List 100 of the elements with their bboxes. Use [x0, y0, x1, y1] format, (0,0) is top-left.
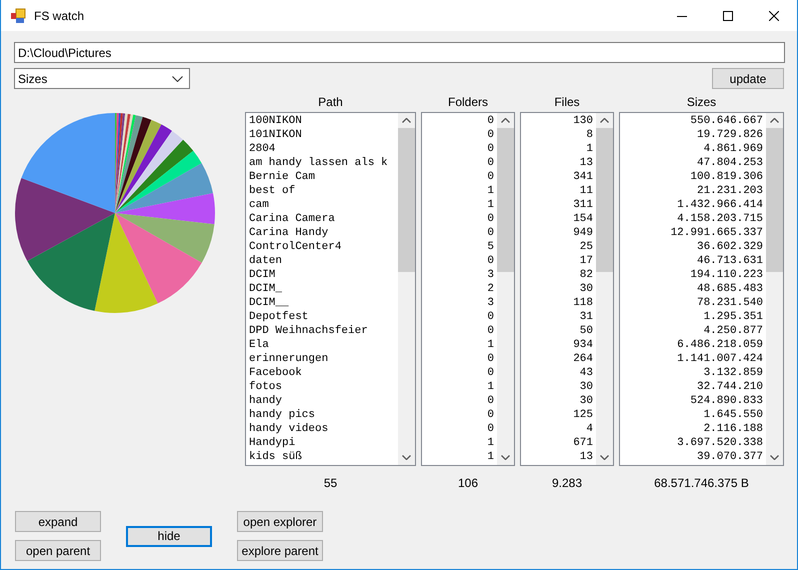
list-item[interactable]: 2	[487, 282, 494, 296]
list-item[interactable]: 46.713.631	[696, 254, 763, 268]
list-item[interactable]: 31	[580, 310, 593, 324]
list-item[interactable]: 32.744.210	[696, 380, 763, 394]
list-item[interactable]: 1.295.351	[704, 310, 763, 324]
list-item[interactable]: handy	[249, 394, 282, 408]
list-item[interactable]: Handypi	[249, 436, 296, 450]
list-item[interactable]: 0	[487, 114, 494, 128]
list-item[interactable]: 0	[487, 142, 494, 156]
list-item[interactable]: 100NIKON	[249, 114, 302, 128]
list-item[interactable]: 934	[573, 338, 593, 352]
list-item[interactable]: Carina Handy	[249, 226, 328, 240]
list-item[interactable]: 1	[487, 198, 494, 212]
list-item[interactable]: 43	[580, 366, 593, 380]
scroll-thumb[interactable]	[497, 128, 514, 272]
list-item[interactable]: 4.250.877	[704, 324, 763, 338]
maximize-icon[interactable]	[723, 10, 733, 20]
list-item[interactable]: 0	[487, 394, 494, 408]
list-item[interactable]: 264	[573, 352, 593, 366]
list-item[interactable]: 5	[487, 240, 494, 254]
list-item[interactable]: daten	[249, 254, 282, 268]
list-item[interactable]: 6.486.218.059	[677, 338, 763, 352]
list-item[interactable]: 118	[573, 296, 593, 310]
list-item[interactable]: cam	[249, 198, 269, 212]
list-item[interactable]: 1	[487, 184, 494, 198]
scroll-thumb[interactable]	[766, 128, 783, 272]
list-item[interactable]: 125	[573, 408, 593, 422]
list-item[interactable]: 30	[580, 394, 593, 408]
list-item[interactable]: 13	[580, 156, 593, 170]
list-item[interactable]: 0	[487, 366, 494, 380]
list-item[interactable]: 25	[580, 240, 593, 254]
list-item[interactable]: 0	[487, 352, 494, 366]
list-item[interactable]: 0	[487, 310, 494, 324]
list-item[interactable]: 0	[487, 254, 494, 268]
list-item[interactable]: 0	[487, 408, 494, 422]
list-item[interactable]: DPD Weihnachsfeier	[249, 324, 368, 338]
list-item[interactable]: Carina Camera	[249, 212, 335, 226]
list-item[interactable]: 4.158.203.715	[677, 212, 763, 226]
list-item[interactable]: 82	[580, 268, 593, 282]
action-button[interactable]: expand	[15, 511, 101, 532]
list-item[interactable]: DCIM__	[249, 296, 289, 310]
list-item[interactable]: 0	[487, 156, 494, 170]
list-item[interactable]: 0	[487, 226, 494, 240]
list-item[interactable]: 11	[580, 184, 593, 198]
list-item[interactable]: fotos	[249, 380, 282, 394]
list-item[interactable]: 36.602.329	[696, 240, 763, 254]
list-item[interactable]: 1	[487, 450, 494, 464]
list-item[interactable]: am handy lassen als k	[249, 156, 388, 170]
list-item[interactable]: 0	[487, 170, 494, 184]
list-item[interactable]: 12.991.665.337	[670, 226, 763, 240]
list-item[interactable]: DCIM	[249, 268, 276, 282]
list-item[interactable]: ControlCenter4	[249, 240, 342, 254]
list-item[interactable]: 524.890.833	[690, 394, 763, 408]
list-item[interactable]: 1.645.550	[704, 408, 763, 422]
list-box[interactable]: 130 8 1 13 341 11 311 154 949 25 17 82 30 118 31 50 934 264 43 30 30 125 4 671 13	[520, 112, 614, 466]
list-item[interactable]: Depotfest	[249, 310, 308, 324]
scroll-thumb[interactable]	[596, 128, 613, 272]
scrollbar[interactable]	[398, 113, 415, 465]
list-item[interactable]: 100.819.306	[690, 170, 763, 184]
action-button[interactable]: explore parent	[237, 540, 323, 561]
list-item[interactable]: 4	[586, 422, 593, 436]
close-icon[interactable]	[769, 10, 779, 20]
list-item[interactable]: 48.685.483	[696, 282, 763, 296]
list-item[interactable]: 30	[580, 380, 593, 394]
scroll-thumb[interactable]	[398, 128, 415, 272]
list-item[interactable]: 50	[580, 324, 593, 338]
action-button[interactable]: hide	[126, 526, 212, 546]
list-box[interactable]: 0 0 0 0 0 1 1 0 0 5 0 3 2 3 0 0 1 0 0 1 0 0 0 1 1	[421, 112, 515, 466]
list-item[interactable]: 949	[573, 226, 593, 240]
list-item[interactable]: 4.861.969	[704, 142, 763, 156]
scrollbar[interactable]	[596, 113, 613, 465]
action-button[interactable]: open parent	[15, 540, 101, 561]
list-item[interactable]: 47.804.253	[696, 156, 763, 170]
list-item[interactable]: 8	[586, 128, 593, 142]
list-item[interactable]: Bernie Cam	[249, 170, 316, 184]
list-item[interactable]: 3.132.859	[704, 366, 763, 380]
list-item[interactable]: 101NIKON	[249, 128, 302, 142]
list-item[interactable]: 2.116.188	[704, 422, 763, 436]
list-item[interactable]: 1	[586, 142, 593, 156]
list-item[interactable]: 1	[487, 338, 494, 352]
list-box[interactable]	[619, 112, 784, 466]
list-item[interactable]: 17	[580, 254, 593, 268]
list-item[interactable]: 3.697.520.338	[677, 436, 763, 450]
list-item[interactable]: Facebook	[249, 366, 302, 380]
list-item[interactable]: DCIM_	[249, 282, 282, 296]
list-item[interactable]: 1	[487, 380, 494, 394]
list-item[interactable]: 13	[580, 450, 593, 464]
list-item[interactable]: 0	[487, 324, 494, 338]
list-item[interactable]: 550.646.667	[690, 114, 763, 128]
list-item[interactable]: 39.070.377	[696, 450, 763, 464]
list-item[interactable]: 0	[487, 422, 494, 436]
update-button[interactable]: update	[712, 68, 784, 89]
list-item[interactable]: 130	[573, 114, 593, 128]
list-item[interactable]: handy pics	[249, 408, 316, 422]
list-item[interactable]: erinnerungen	[249, 352, 328, 366]
list-item[interactable]: 19.729.826	[696, 128, 763, 142]
list-item[interactable]: 2804	[249, 142, 276, 156]
list-item[interactable]: kids süß	[249, 450, 302, 464]
view-dropdown[interactable]: Sizes	[14, 68, 190, 89]
list-item[interactable]: 0	[487, 128, 494, 142]
